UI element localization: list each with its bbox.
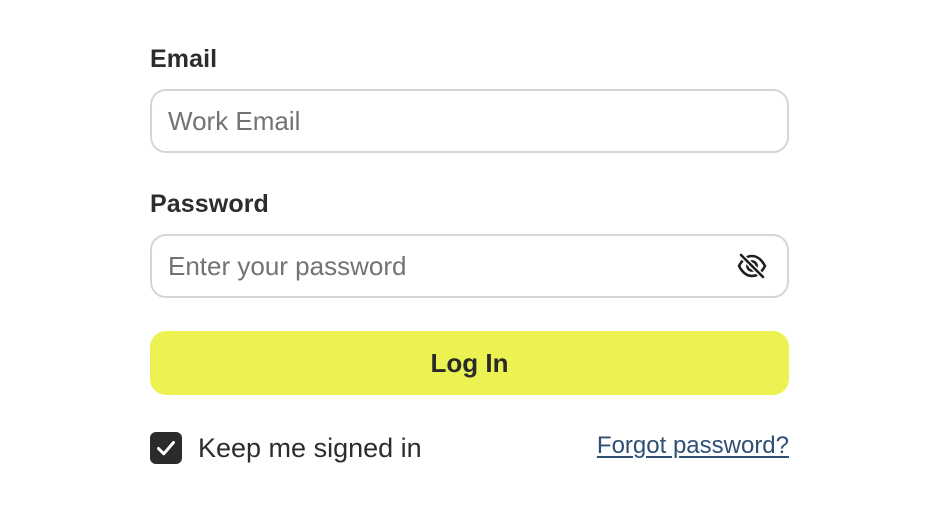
keep-signed-in-checkbox[interactable] [150,432,182,464]
keep-signed-in-label: Keep me signed in [198,432,422,463]
email-input[interactable] [168,91,728,151]
password-field[interactable] [150,234,789,298]
login-button[interactable]: Log In [150,331,789,395]
password-label: Password [150,190,269,218]
checkmark-icon [157,441,175,456]
password-input[interactable] [168,236,728,296]
email-label: Email [150,45,218,73]
forgot-password-link[interactable]: Forgot password? [597,432,789,460]
keep-signed-in-checkbox-row[interactable]: Keep me signed in [150,431,422,465]
email-field[interactable] [150,89,789,153]
eye-slash-icon[interactable] [735,250,769,282]
